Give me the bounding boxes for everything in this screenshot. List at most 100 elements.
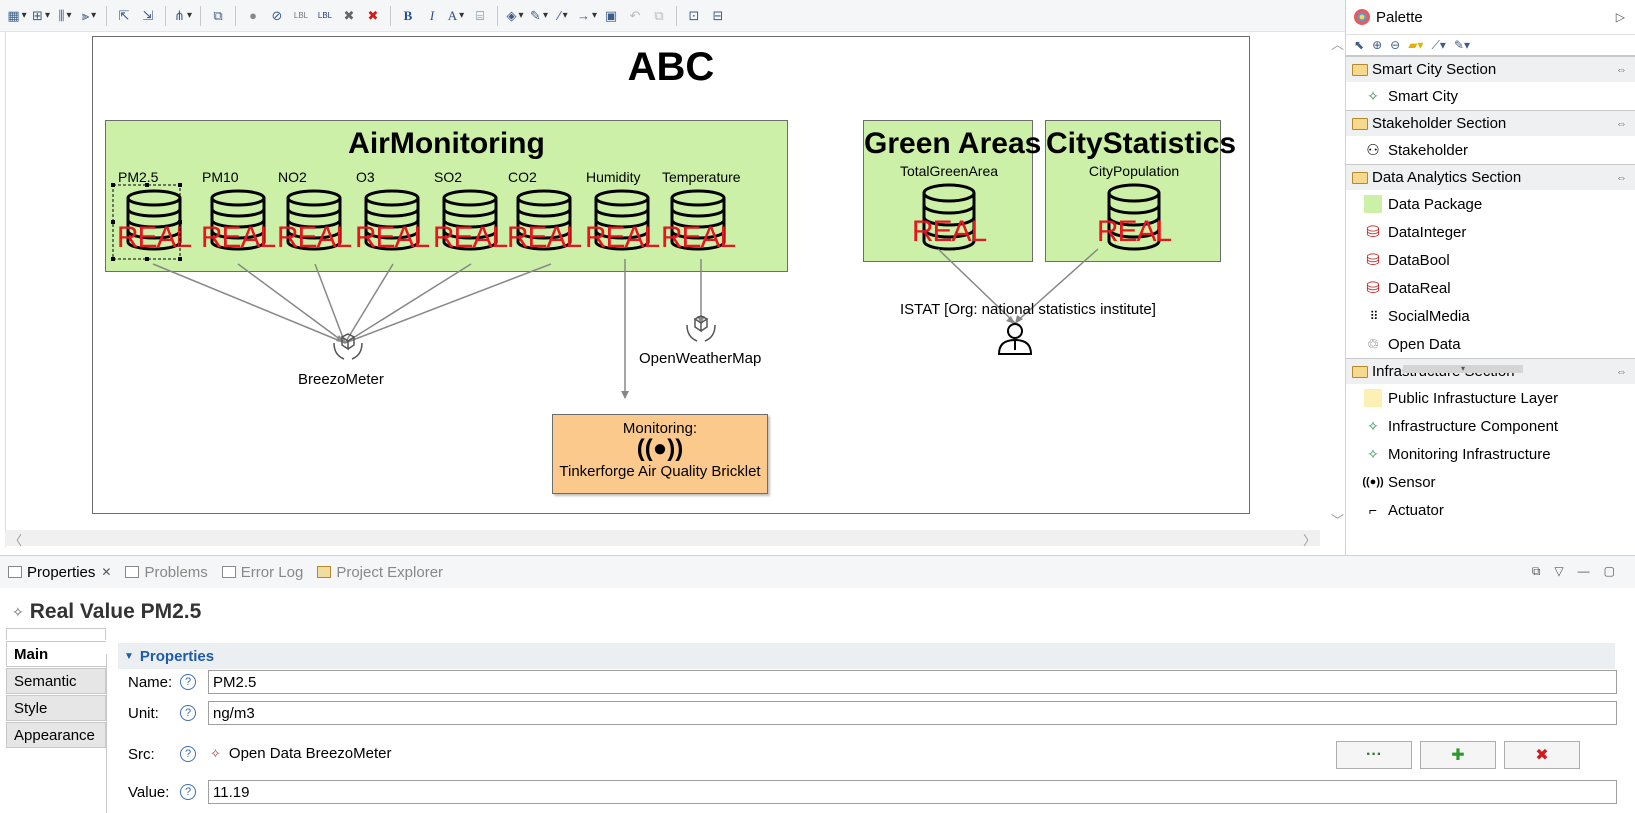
canvas-vertical-scrollbar[interactable]: ︿ ﹀ — [1327, 32, 1345, 530]
unpin-button[interactable]: ⊘ — [266, 5, 288, 27]
palette-scroll-thumb[interactable]: ▾ — [1403, 365, 1523, 373]
help-icon[interactable]: ? — [180, 746, 196, 762]
palette-item[interactable]: ✧ Monitoring Infrastructure — [1346, 440, 1635, 468]
tab-problems[interactable]: Problems — [125, 564, 208, 581]
fill-color-button[interactable]: ◈ — [504, 5, 526, 27]
expand-icon[interactable]: ⇔ — [1616, 64, 1627, 76]
city-statistics-package[interactable]: CityStatistics CityPopulation REAL — [1045, 120, 1236, 262]
palette-item[interactable]: ((●)) Sensor — [1346, 468, 1635, 496]
delete-from-diagram-button[interactable]: ✖ — [338, 5, 360, 27]
air-data-item[interactable]: PM2.5 REAL — [117, 169, 192, 255]
font-color-button[interactable]: A — [445, 5, 467, 27]
palette-item[interactable]: ⛁ DataBool — [1346, 246, 1635, 274]
air-data-item[interactable]: Temperature REAL — [661, 169, 741, 255]
scroll-right-icon[interactable]: 〉 — [1303, 530, 1316, 549]
help-icon[interactable]: ? — [180, 705, 196, 721]
value-field[interactable]: 11.19 — [208, 780, 1617, 804]
font-button[interactable]: ⌸ — [469, 5, 491, 27]
palette-item[interactable]: ⛁ DataReal — [1346, 274, 1635, 302]
palette-section-header[interactable]: Stakeholder Section ⇔ — [1346, 110, 1635, 136]
breezometer-node[interactable] — [315, 333, 381, 367]
add-button[interactable]: ✚ — [1420, 741, 1496, 769]
help-icon[interactable]: ? — [180, 674, 196, 690]
palette-item[interactable]: ⌐ Actuator — [1346, 496, 1635, 524]
name-field[interactable]: PM2.5 — [208, 670, 1617, 694]
city-population-data[interactable]: CityPopulation REAL — [1089, 163, 1179, 253]
show-label-button[interactable]: LBL — [290, 5, 312, 27]
minimize-icon[interactable]: — — [1578, 564, 1590, 579]
open-icon-button[interactable]: ⇱ — [113, 5, 135, 27]
select-dropdown-button[interactable]: ▦ — [6, 5, 28, 27]
line-style-button[interactable]: ⁄ — [552, 5, 574, 27]
green-areas-package[interactable]: Green Areas TotalGreenArea REAL — [863, 120, 1041, 262]
tab-project-explorer[interactable]: Project Explorer — [317, 564, 443, 581]
air-data-item[interactable]: NO2 REAL — [277, 169, 352, 255]
close-icon[interactable]: ✕ — [101, 565, 111, 579]
arrange-dropdown-button[interactable]: ⊞ — [30, 5, 52, 27]
air-monitoring-package[interactable]: AirMonitoring PM2.5 REAL PM10 REAL NO2 REAL O3… — [105, 120, 788, 272]
help-icon[interactable]: ? — [180, 784, 196, 800]
browse-button[interactable]: ··· — [1336, 741, 1412, 769]
hide-label-button[interactable]: LBL — [314, 5, 336, 27]
pin-view-icon[interactable]: ⧉ — [1532, 564, 1541, 579]
layer-dropdown-button[interactable]: ⫸ — [78, 5, 100, 27]
copy-format-button[interactable]: ⧉ — [207, 5, 229, 27]
export-icon-button[interactable]: ⇲ — [137, 5, 159, 27]
remove-button[interactable]: ✖ — [1504, 741, 1580, 769]
air-data-item[interactable]: SO2 REAL — [433, 169, 508, 255]
arrow-style-button[interactable]: → — [576, 5, 598, 27]
note-tool-icon[interactable]: ▰▾ — [1408, 38, 1423, 52]
tab-properties[interactable]: Properties ✕ — [8, 564, 111, 581]
openweathermap-node[interactable] — [681, 315, 721, 349]
palette-item[interactable]: ✧ Infrastructure Component — [1346, 412, 1635, 440]
scroll-left-icon[interactable]: 〈 — [9, 530, 22, 549]
zoom-page-button[interactable]: ⊟ — [707, 5, 729, 27]
expand-icon[interactable]: ⇔ — [1616, 172, 1627, 184]
italic-button[interactable]: I — [421, 5, 443, 27]
bold-button[interactable]: B — [397, 5, 419, 27]
line-color-button[interactable]: ✎ — [528, 5, 550, 27]
tab-error-log[interactable]: Error Log — [221, 564, 303, 581]
air-data-item[interactable]: O3 REAL — [355, 169, 430, 255]
properties-section-header[interactable]: ▼ Properties — [118, 643, 1615, 669]
attach-tool-icon[interactable]: ✎▾ — [1454, 38, 1470, 52]
maximize-icon[interactable]: ▢ — [1604, 564, 1615, 579]
palette-item[interactable]: ⠿ SocialMedia — [1346, 302, 1635, 330]
delete-from-model-button[interactable]: ✖ — [362, 5, 384, 27]
palette-section-header[interactable]: Data Analytics Section ⇔ — [1346, 164, 1635, 190]
collapse-palette-icon[interactable]: ▷ — [1616, 10, 1625, 24]
properties-button[interactable]: ▣ — [600, 5, 622, 27]
palette-item[interactable]: ♲ Open Data — [1346, 330, 1635, 358]
side-tab-style[interactable]: Style — [6, 695, 106, 721]
side-tab-appearance[interactable]: Appearance — [6, 722, 106, 748]
palette-item[interactable]: Public Infrastucture Layer — [1346, 384, 1635, 412]
scroll-down-icon[interactable]: ﹀ — [1331, 510, 1344, 529]
monitoring-infrastructure-node[interactable]: Monitoring: ((●)) Tinkerforge Air Qualit… — [552, 414, 768, 494]
palette-section-header[interactable]: Smart City Section ⇔ — [1346, 56, 1635, 82]
air-data-item[interactable]: CO2 REAL — [507, 169, 582, 255]
undo-button[interactable]: ↶ — [624, 5, 646, 27]
zoom-out-icon[interactable]: ⊖ — [1390, 38, 1400, 52]
palette-item[interactable]: Data Package — [1346, 190, 1635, 218]
palette-item[interactable]: ⛁ DataInteger — [1346, 218, 1635, 246]
expand-icon[interactable]: ⇔ — [1616, 366, 1627, 378]
side-tab-main[interactable]: Main — [6, 641, 106, 667]
pin-button[interactable]: ● — [242, 5, 264, 27]
zoom-in-icon[interactable]: ⊕ — [1372, 38, 1382, 52]
select-tool-icon[interactable]: ⬉ — [1354, 38, 1364, 52]
view-menu-icon[interactable]: ▽ — [1554, 564, 1563, 579]
layout-dropdown-button[interactable]: ⋔ — [172, 5, 194, 27]
total-green-area-data[interactable]: TotalGreenArea REAL — [900, 163, 998, 253]
scroll-up-icon[interactable]: ︿ — [1331, 34, 1344, 53]
palette-item[interactable]: ⚇ Stakeholder — [1346, 136, 1635, 164]
zoom-fit-button[interactable]: ⊡ — [683, 5, 705, 27]
palette-item[interactable]: ✧ Smart City — [1346, 82, 1635, 110]
align-dropdown-button[interactable]: ⫼ — [54, 5, 76, 27]
redo-button[interactable]: ⧉ — [648, 5, 670, 27]
side-tab-semantic[interactable]: Semantic — [6, 668, 106, 694]
canvas-horizontal-scrollbar[interactable]: 〈 〉 — [5, 530, 1320, 549]
air-data-item[interactable]: PM10 REAL — [201, 169, 276, 255]
istat-stakeholder-node[interactable] — [997, 320, 1033, 360]
unit-field[interactable]: ng/m3 — [208, 701, 1617, 725]
connector-tool-icon[interactable]: ⟋▾ — [1431, 38, 1445, 53]
